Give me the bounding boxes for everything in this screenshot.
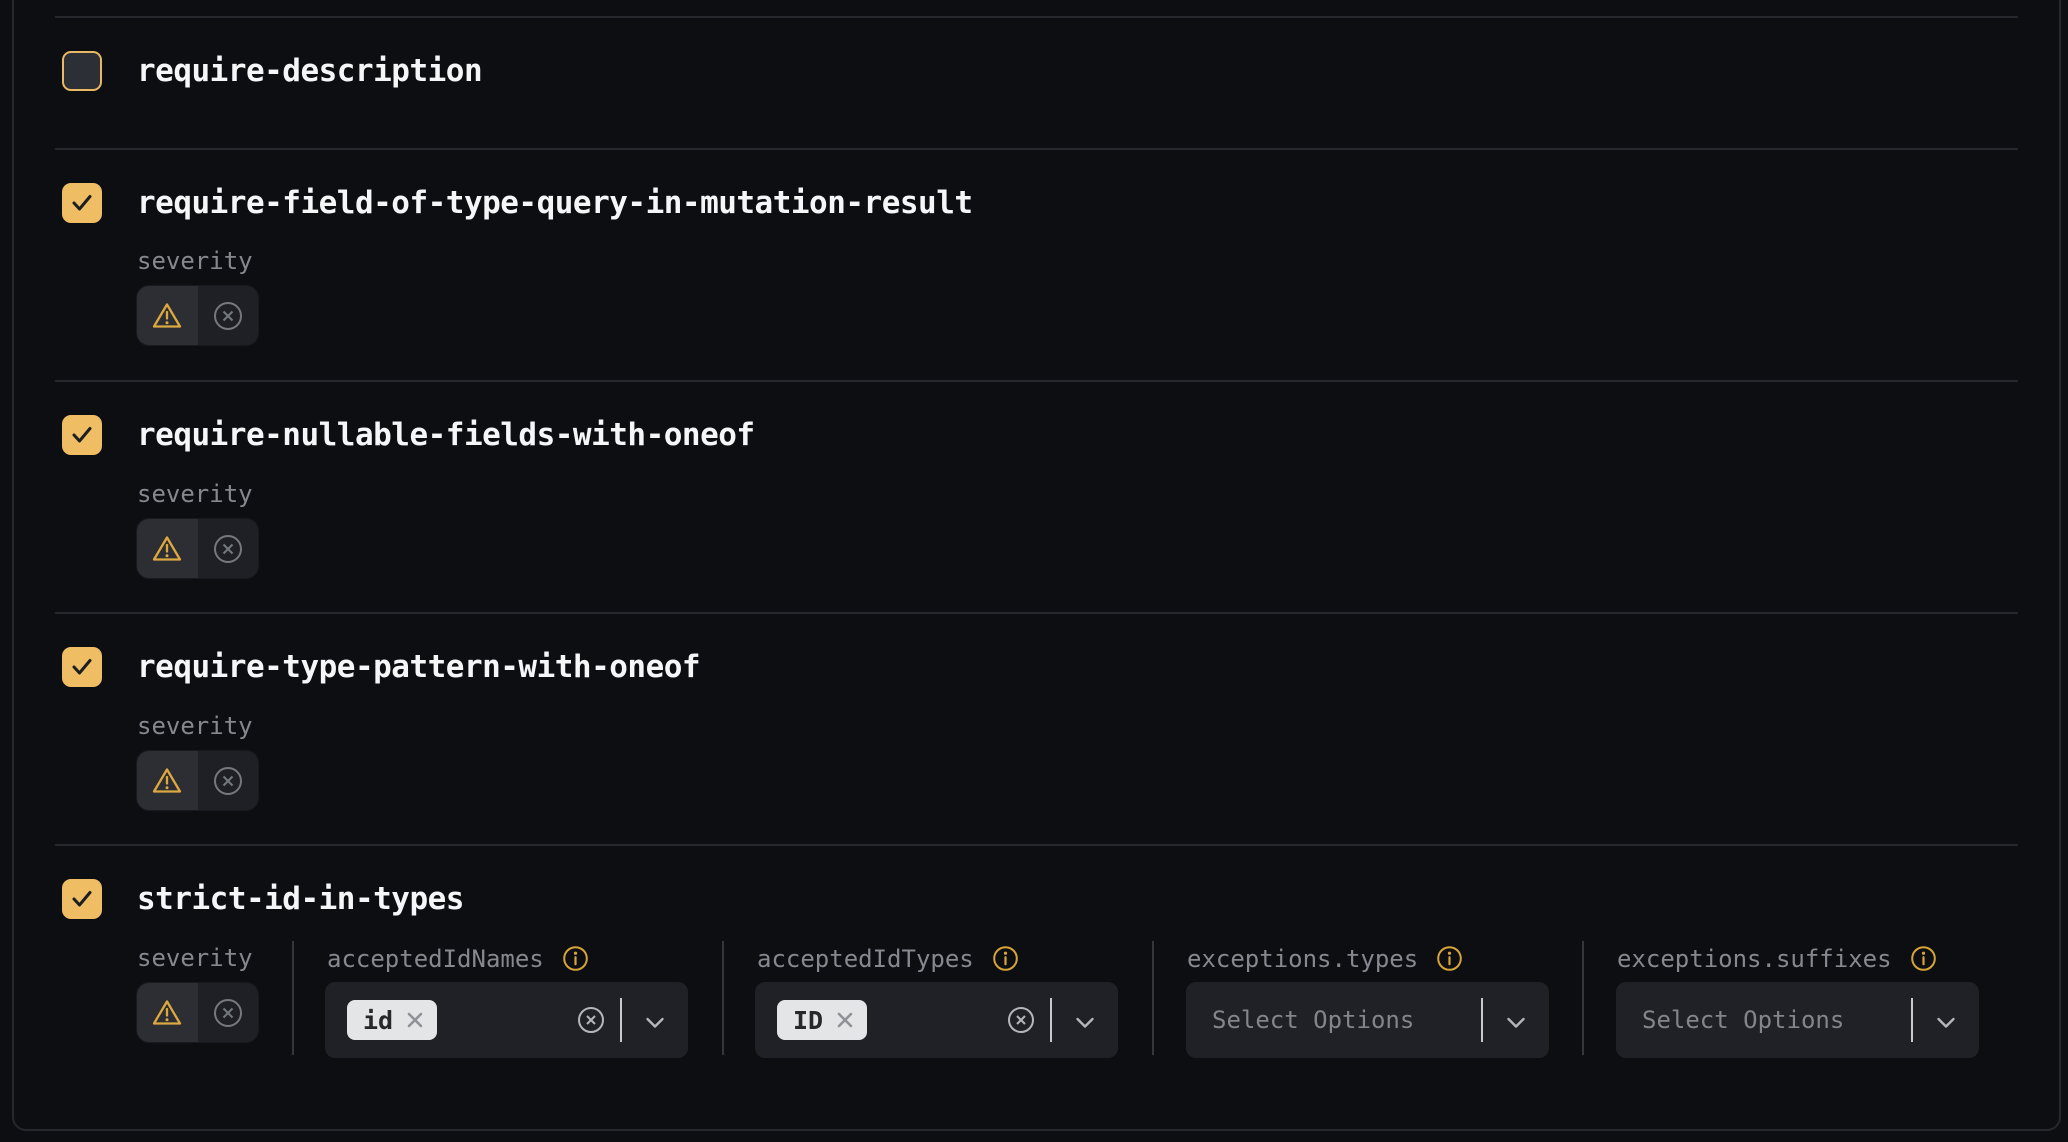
clear-selection-icon[interactable] — [1007, 1006, 1035, 1038]
rule-row-require-nullable-fields-with-oneof: require-nullable-fields-with-oneof — [62, 415, 755, 455]
tag-remove-icon[interactable] — [835, 1010, 855, 1030]
row-divider — [55, 380, 2018, 382]
rule-row-require-description: require-description — [62, 51, 482, 91]
rule-checkbox[interactable] — [62, 647, 102, 687]
row-divider — [55, 844, 2018, 846]
rule-checkbox[interactable] — [62, 415, 102, 455]
select-divider — [1050, 998, 1052, 1042]
clear-selection-icon[interactable] — [577, 1006, 605, 1038]
select-divider — [1911, 998, 1913, 1042]
severity-label: severity — [137, 713, 253, 739]
severity-off-button[interactable] — [198, 519, 259, 578]
rule-row-strict-id-in-types: strict-id-in-types — [62, 879, 464, 919]
checkmark-icon — [71, 658, 93, 676]
warning-triangle-icon — [151, 766, 183, 795]
tag-chip: id — [347, 1000, 437, 1040]
severity-warn-button[interactable] — [137, 751, 198, 810]
rule-checkbox[interactable] — [62, 879, 102, 919]
option-column-separator — [722, 941, 724, 1055]
acceptedIdNames-multiselect[interactable]: id — [325, 982, 688, 1058]
rule-row-require-field-of-type-query-in-mutation-result: require-field-of-type-query-in-mutation-… — [62, 183, 973, 223]
chevron-down-icon[interactable] — [1506, 1014, 1526, 1033]
severity-toggle-group — [136, 518, 259, 579]
select-placeholder: Select Options — [1642, 982, 1844, 1058]
warning-triangle-icon — [151, 998, 183, 1027]
rule-row-require-type-pattern-with-oneof: require-type-pattern-with-oneof — [62, 647, 700, 687]
severity-off-button[interactable] — [198, 286, 259, 345]
severity-warn-button[interactable] — [137, 286, 198, 345]
option-column-separator — [1582, 941, 1584, 1055]
severity-off-button[interactable] — [198, 983, 259, 1042]
severity-warn-button[interactable] — [137, 983, 198, 1042]
rule-name: require-description — [137, 53, 482, 89]
severity-label: severity — [137, 481, 253, 507]
tag-chip: ID — [777, 1000, 867, 1040]
info-icon[interactable] — [562, 945, 589, 972]
chevron-down-icon[interactable] — [645, 1014, 665, 1033]
checkmark-icon — [71, 194, 93, 212]
checkmark-icon — [71, 890, 93, 908]
select-placeholder: Select Options — [1212, 982, 1414, 1058]
severity-label: severity — [137, 945, 253, 971]
row-divider — [55, 612, 2018, 614]
severity-toggle-group — [136, 982, 259, 1043]
option-label-exceptions-suffixes: exceptions.suffixes — [1617, 945, 1937, 972]
severity-off-button[interactable] — [198, 751, 259, 810]
row-divider — [55, 148, 2018, 150]
warning-triangle-icon — [151, 301, 183, 330]
severity-warn-button[interactable] — [137, 519, 198, 578]
info-icon[interactable] — [1910, 945, 1937, 972]
exceptions-types-multiselect[interactable]: Select Options — [1186, 982, 1549, 1058]
rule-name: require-field-of-type-query-in-mutation-… — [137, 185, 973, 221]
exceptions-suffixes-multiselect[interactable]: Select Options — [1616, 982, 1979, 1058]
chevron-down-icon[interactable] — [1936, 1014, 1956, 1033]
option-column-separator — [1152, 941, 1154, 1055]
rule-checkbox[interactable] — [62, 183, 102, 223]
info-icon[interactable] — [992, 945, 1019, 972]
rule-name: strict-id-in-types — [137, 881, 464, 917]
tag-value: id — [363, 1006, 393, 1035]
tag-remove-icon[interactable] — [405, 1010, 425, 1030]
row-divider — [55, 16, 2018, 18]
select-divider — [620, 998, 622, 1042]
circle-x-icon — [212, 533, 244, 565]
rule-name: require-type-pattern-with-oneof — [137, 649, 700, 685]
warning-triangle-icon — [151, 534, 183, 563]
rule-name: require-nullable-fields-with-oneof — [137, 417, 755, 453]
option-label-acceptedIdNames: acceptedIdNames — [327, 945, 589, 972]
acceptedIdTypes-multiselect[interactable]: ID — [755, 982, 1118, 1058]
rule-checkbox[interactable] — [62, 51, 102, 91]
severity-toggle-group — [136, 285, 259, 346]
circle-x-icon — [212, 765, 244, 797]
severity-label: severity — [137, 248, 253, 274]
circle-x-icon — [212, 997, 244, 1029]
option-label-acceptedIdTypes: acceptedIdTypes — [757, 945, 1019, 972]
option-column-separator — [292, 941, 294, 1055]
option-label-exceptions-types: exceptions.types — [1187, 945, 1463, 972]
info-icon[interactable] — [1436, 945, 1463, 972]
select-divider — [1481, 998, 1483, 1042]
circle-x-icon — [212, 300, 244, 332]
checkmark-icon — [71, 426, 93, 444]
chevron-down-icon[interactable] — [1075, 1014, 1095, 1033]
tag-value: ID — [793, 1006, 823, 1035]
severity-toggle-group — [136, 750, 259, 811]
